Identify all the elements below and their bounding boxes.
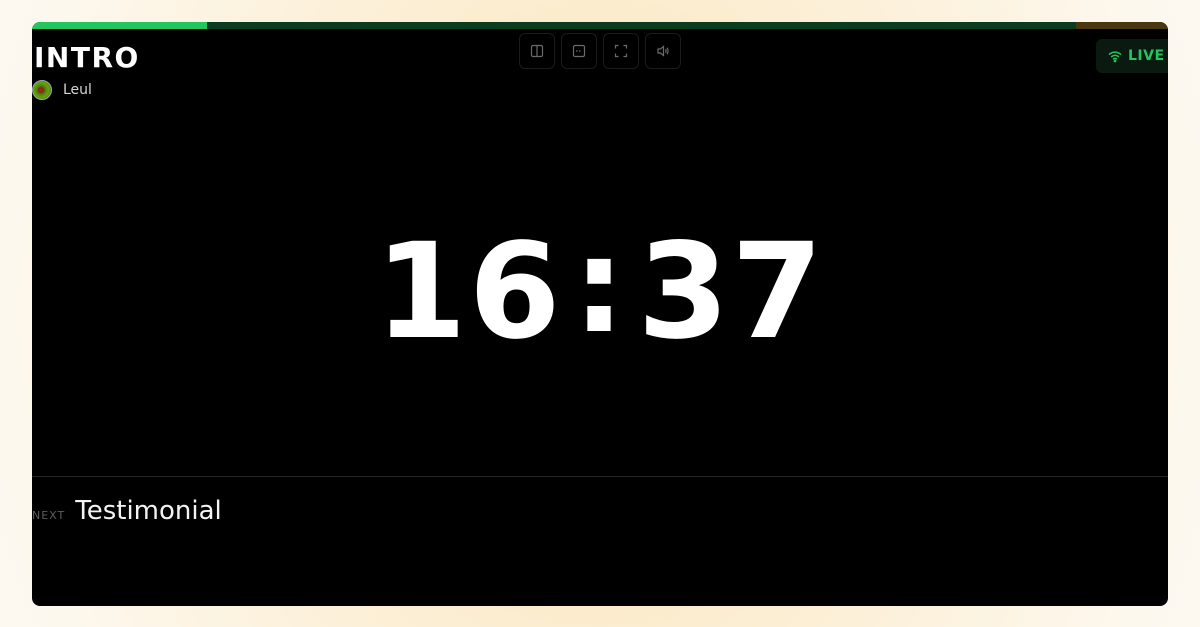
fullscreen-button[interactable] (603, 33, 639, 69)
timer-seconds: 37 (637, 215, 826, 369)
presenter: Leul (32, 80, 92, 100)
split-vertical-button[interactable] (519, 33, 555, 69)
fullscreen-icon (614, 44, 628, 58)
speaker-icon (657, 45, 669, 57)
next-label: NEXT (32, 509, 66, 522)
next-segment: NEXT Testimonial (32, 496, 222, 526)
next-segment-title: Testimonial (75, 496, 222, 526)
progress-bar (32, 22, 1168, 29)
timer-screen: INTRO Leul LIVE 16:37 NEXT Testimonial (32, 22, 1168, 606)
presenter-name: Leul (63, 82, 92, 98)
wifi-icon (1108, 51, 1122, 63)
progress-elapsed (32, 22, 207, 29)
progress-overtime (1075, 22, 1168, 29)
divider (32, 476, 1168, 477)
progress-remaining (206, 22, 1076, 29)
segment-title: INTRO (34, 41, 140, 74)
live-status-badge: LIVE (1096, 39, 1168, 73)
timer-minutes: 16 (374, 215, 563, 369)
view-controls (519, 33, 681, 69)
live-label: LIVE (1128, 48, 1165, 64)
countdown-timer: 16:37 (32, 211, 1168, 369)
split-vertical-icon (530, 44, 544, 58)
split-horizontal-button[interactable] (561, 33, 597, 69)
timer-separator: : (572, 209, 628, 363)
split-horizontal-icon (572, 44, 586, 58)
avatar (32, 80, 52, 100)
sound-button[interactable] (645, 33, 681, 69)
